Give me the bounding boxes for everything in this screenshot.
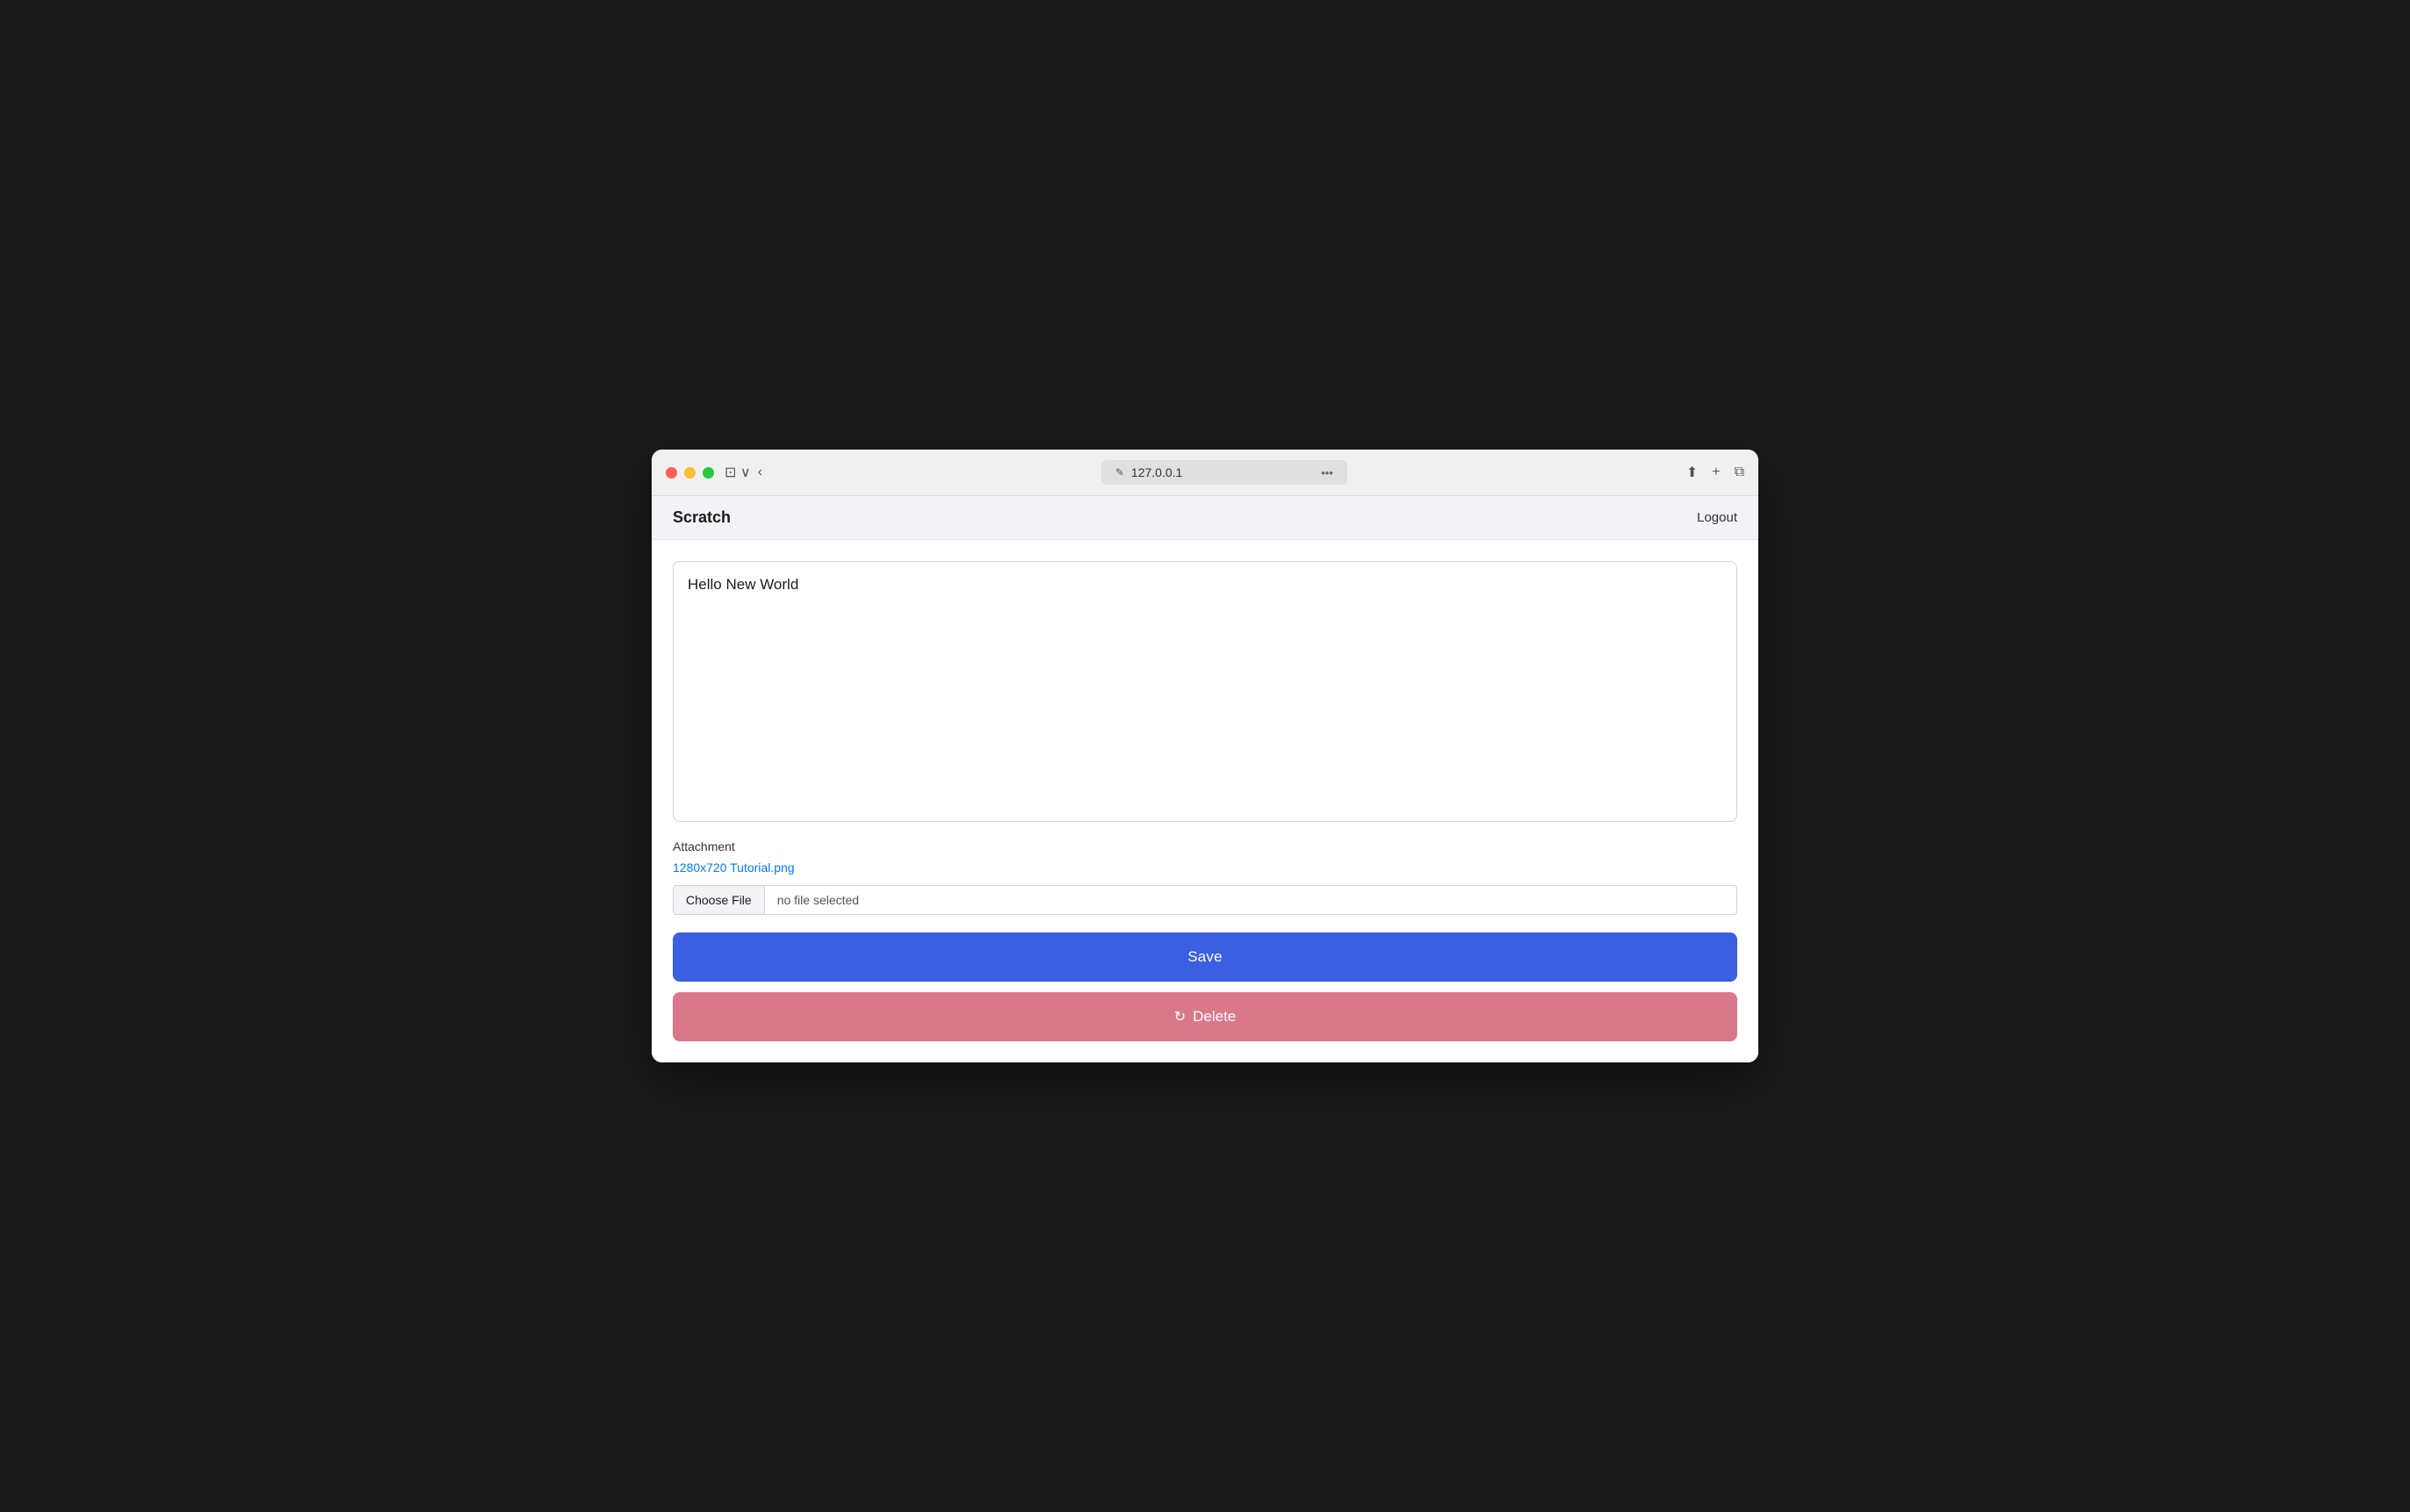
main-content: Hello New World Attachment 1280x720 Tuto…	[652, 540, 1758, 1062]
no-file-text: no file selected	[765, 886, 1736, 914]
text-editor-wrapper: Hello New World	[673, 561, 1737, 822]
close-button[interactable]	[666, 467, 677, 479]
traffic-lights	[666, 467, 714, 479]
content-textarea[interactable]: Hello New World	[674, 562, 1736, 817]
tabs-icon[interactable]: ⧉	[1735, 464, 1744, 480]
url-text: 127.0.0.1	[1131, 465, 1182, 479]
delete-icon: ↻	[1174, 1008, 1186, 1026]
share-icon[interactable]: ⬆	[1686, 464, 1698, 481]
sidebar-toggle-icon[interactable]: ⊡ ∨	[725, 464, 751, 481]
navbar: Scratch Logout	[652, 496, 1758, 540]
delete-label: Delete	[1193, 1008, 1236, 1026]
attachment-section: Attachment 1280x720 Tutorial.png Choose …	[673, 839, 1737, 915]
browser-actions: ⬆ + ⧉	[1686, 464, 1744, 481]
address-input-field[interactable]: ✎ 127.0.0.1 •••	[1101, 460, 1347, 485]
pencil-icon: ✎	[1115, 466, 1124, 479]
more-options-icon[interactable]: •••	[1321, 466, 1333, 479]
address-bar: ✎ 127.0.0.1 •••	[773, 460, 1676, 485]
brand-name: Scratch	[673, 508, 731, 527]
browser-chrome: ⊡ ∨ ‹ ✎ 127.0.0.1 ••• ⬆ + ⧉	[652, 450, 1758, 496]
browser-controls: ⊡ ∨ ‹	[725, 464, 762, 481]
delete-button[interactable]: ↻ Delete	[673, 992, 1737, 1041]
attachment-link[interactable]: 1280x720 Tutorial.png	[673, 860, 1737, 875]
choose-file-button[interactable]: Choose File	[674, 886, 765, 914]
logout-button[interactable]: Logout	[1697, 510, 1737, 525]
file-input-row: Choose File no file selected	[673, 885, 1737, 915]
maximize-button[interactable]	[703, 467, 714, 479]
back-icon[interactable]: ‹	[758, 464, 762, 480]
app-content: Scratch Logout Hello New World Attachmen…	[652, 496, 1758, 1062]
new-tab-icon[interactable]: +	[1712, 464, 1720, 480]
save-button[interactable]: Save	[673, 932, 1737, 982]
minimize-button[interactable]	[684, 467, 696, 479]
attachment-label: Attachment	[673, 839, 1737, 853]
browser-window: ⊡ ∨ ‹ ✎ 127.0.0.1 ••• ⬆ + ⧉ Scratch Logo…	[652, 450, 1758, 1062]
